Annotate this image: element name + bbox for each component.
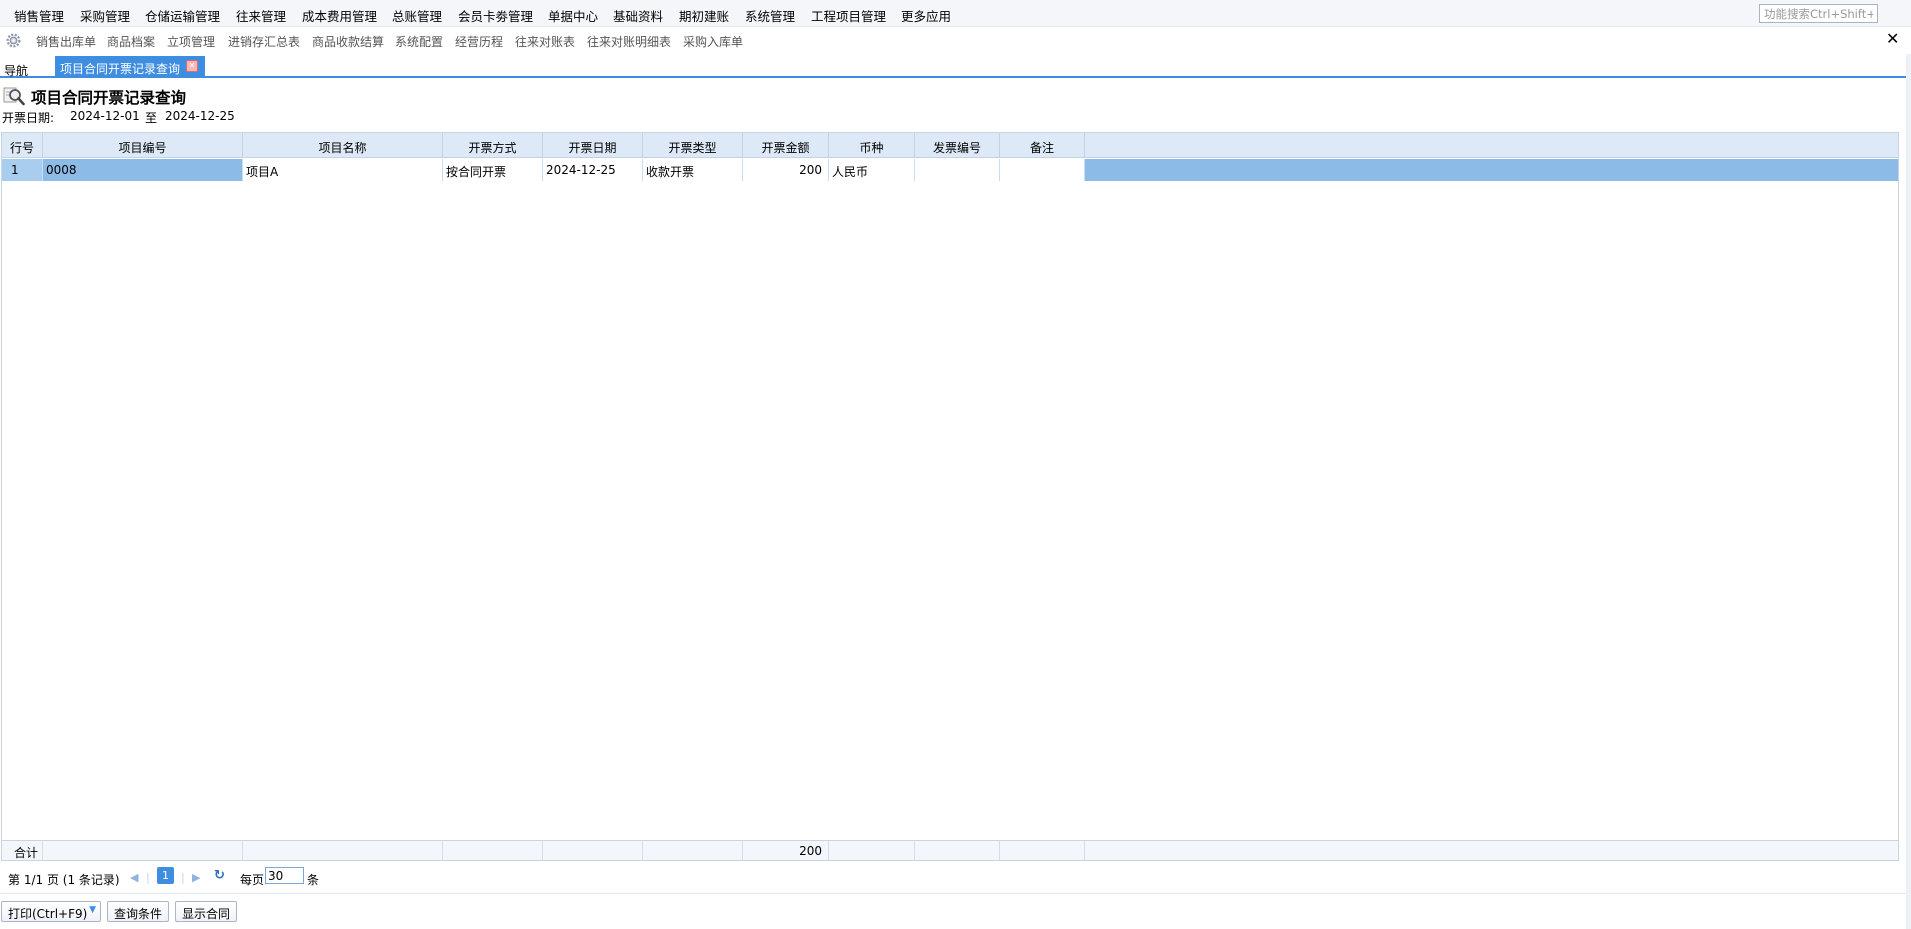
footer-empty [443,841,543,860]
shortcut-purchase-in[interactable]: 采购入库单 [683,33,743,50]
cell-currency[interactable]: 人民币 [829,159,915,181]
footer-amount-total: 200 [743,841,829,860]
close-icon[interactable]: ✕ [1886,31,1899,47]
footer-empty [643,841,743,860]
footer-total-label: 合计 [2,841,43,860]
tab-bar: 导航 项目合同开票记录查询 ✕ [0,54,1911,78]
menu-cost[interactable]: 成本费用管理 [302,6,377,25]
header-project-name[interactable]: 项目名称 [243,133,443,157]
shortcut-project-setup[interactable]: 立项管理 [167,33,215,50]
window-right-edge [1906,54,1911,929]
date-separator: 至 [145,111,158,125]
tab-close-icon[interactable]: ✕ [186,60,198,72]
table-footer-total: 合计 200 [2,840,1898,860]
page-title: 项目合同开票记录查询 [31,89,187,107]
date-from: 2024-12-01 [70,109,140,123]
cell-rownum: 1 [2,159,43,181]
menu-ledger[interactable]: 总账管理 [392,6,442,25]
chevron-down-icon[interactable]: ▼ [89,905,96,915]
tab-navigation[interactable]: 导航 [4,62,28,79]
footer-empty [43,841,243,860]
divider [0,893,1911,894]
cell-project-code[interactable]: 0008 [43,159,243,181]
per-page-label: 每页 [240,873,265,887]
magnifier-icon [3,87,25,106]
show-contract-button[interactable]: 显示合同 [175,901,237,922]
shortcut-system-config[interactable]: 系统配置 [395,33,443,50]
shortcut-inventory-summary[interactable]: 进销存汇总表 [228,33,300,50]
header-amount[interactable]: 开票金额 [743,133,829,157]
per-page-unit: 条 [307,873,320,887]
menu-opening[interactable]: 期初建账 [679,6,729,25]
print-button-label: 打印(Ctrl+F9) [8,907,88,921]
shortcut-goods-settlement[interactable]: 商品收款结算 [312,33,384,50]
menu-warehouse[interactable]: 仓储运输管理 [145,6,220,25]
tab-label: 项目合同开票记录查询 [60,62,181,76]
filter-label: 开票日期: [2,111,55,125]
menu-purchase[interactable]: 采购管理 [80,6,130,25]
footer-empty [1000,841,1085,860]
menu-system[interactable]: 系统管理 [745,6,795,25]
page-info: 第 1/1 页 (1 条记录) [8,873,120,887]
header-invoice-no[interactable]: 发票编号 [915,133,1000,157]
cell-remark[interactable] [1000,159,1085,181]
page-number-button[interactable]: 1 [157,867,174,884]
page-size-input[interactable] [265,867,304,884]
shortcut-reconciliation-detail[interactable]: 往来对账明细表 [587,33,671,50]
shortcut-sales-out[interactable]: 销售出库单 [36,33,96,50]
shortcut-business-history[interactable]: 经营历程 [455,33,503,50]
pagination-bar: 第 1/1 页 (1 条记录) ◀ | 1 | ▶ ↻ 每页 条 [0,863,1911,893]
header-project-code[interactable]: 项目编号 [43,133,243,157]
footer-empty [915,841,1000,860]
footer-empty [543,841,643,860]
separator-icon: | [146,871,150,884]
header-currency[interactable]: 币种 [829,133,915,157]
menu-sales[interactable]: 销售管理 [14,6,64,25]
date-to: 2024-12-25 [165,109,235,123]
cell-amount[interactable]: 200 [743,159,829,181]
header-remark[interactable]: 备注 [1000,133,1085,157]
tab-invoice-record-query[interactable]: 项目合同开票记录查询 ✕ [55,56,205,76]
first-page-icon[interactable]: ◀ [130,871,138,884]
next-page-icon[interactable]: ▶ [192,871,200,884]
top-menu-bar: 销售管理 采购管理 仓储运输管理 往来管理 成本费用管理 总账管理 会员卡劵管理… [0,0,1911,27]
separator-icon: | [181,871,185,884]
shortcut-reconciliation[interactable]: 往来对账表 [515,33,575,50]
menu-project[interactable]: 工程项目管理 [811,6,886,25]
cell-invoice-type[interactable]: 收款开票 [643,159,743,181]
cell-invoice-no[interactable] [915,159,1000,181]
menu-accounts[interactable]: 往来管理 [236,6,286,25]
header-invoice-date[interactable]: 开票日期 [543,133,643,157]
table-header: 行号 项目编号 项目名称 开票方式 开票日期 开票类型 开票金额 币种 发票编号… [2,133,1898,158]
records-table: 行号 项目编号 项目名称 开票方式 开票日期 开票类型 开票金额 币种 发票编号… [1,132,1899,861]
header-invoice-type[interactable]: 开票类型 [643,133,743,157]
refresh-icon[interactable]: ↻ [214,868,225,883]
query-conditions-button[interactable]: 查询条件 [107,901,169,922]
header-invoice-method[interactable]: 开票方式 [443,133,543,157]
cell-project-name[interactable]: 项目A [243,159,443,181]
menu-more[interactable]: 更多应用 [901,6,951,25]
cell-invoice-date[interactable]: 2024-12-25 [543,159,643,181]
function-search-input[interactable] [1759,4,1878,23]
menu-member[interactable]: 会员卡劵管理 [458,6,533,25]
table-row[interactable]: 1 0008 项目A 按合同开票 2024-12-25 收款开票 200 人民币 [2,159,1898,181]
menu-documents[interactable]: 单据中心 [548,6,598,25]
shortcut-bar: 销售出库单 商品档案 立项管理 进销存汇总表 商品收款结算 系统配置 经营历程 … [0,27,1911,54]
print-button[interactable]: 打印(Ctrl+F9) ▼ [1,901,101,922]
shortcut-goods-file[interactable]: 商品档案 [107,33,155,50]
cell-invoice-method[interactable]: 按合同开票 [443,159,543,181]
header-rownum[interactable]: 行号 [2,133,43,157]
footer-empty [829,841,915,860]
gear-icon[interactable] [6,33,21,48]
menu-basic-data[interactable]: 基础资料 [613,6,663,25]
footer-empty [243,841,443,860]
